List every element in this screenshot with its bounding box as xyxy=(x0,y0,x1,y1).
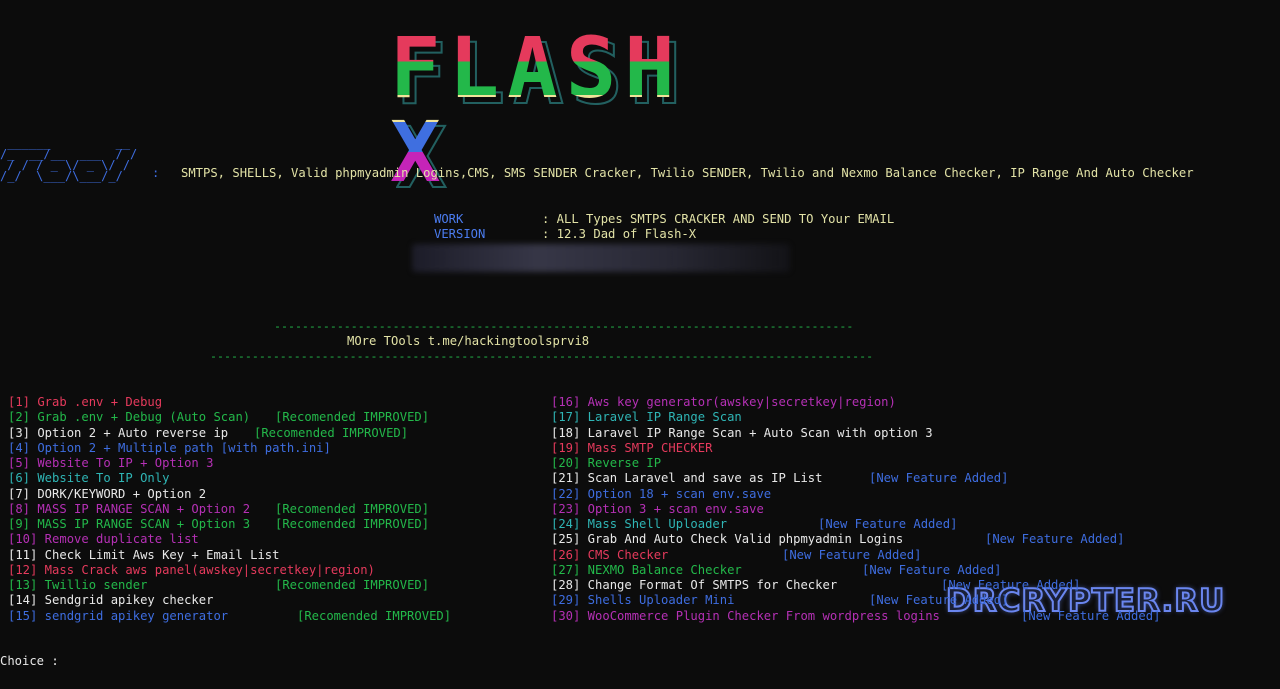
new-feature-tag: [New Feature Added] xyxy=(1021,608,1161,623)
new-feature-tag: [New Feature Added] xyxy=(985,532,1125,547)
recommended-tag: [Recomended IMPROVED] xyxy=(275,501,430,516)
version-label: VERSION xyxy=(434,227,486,241)
menu-option[interactable]: [8] MASS IP RANGE SCAN + Option 2 xyxy=(8,502,250,517)
menu-option[interactable]: [21] Scan Laravel and save as IP List xyxy=(551,471,823,486)
new-feature-tag: [New Feature Added] xyxy=(869,471,1009,486)
separator-top: ----------------------------------------… xyxy=(274,319,854,333)
new-feature-tag: [New Feature Added] xyxy=(818,517,958,531)
menu-option[interactable]: [30] WooCommerce Plugin Checker From wor… xyxy=(551,609,940,624)
menu-option[interactable]: [10] Remove duplicate list xyxy=(8,532,199,547)
tagline: SMTPS, SHELLS, Valid phpmyadmin Logins,C… xyxy=(181,166,1194,180)
menu-option[interactable]: [25] Grab And Auto Check Valid phpmyadmi… xyxy=(551,532,903,547)
menu-option[interactable]: [9] MASS IP RANGE SCAN + Option 3 xyxy=(8,517,250,532)
menu-option[interactable]: [20] Reverse IP xyxy=(551,456,661,471)
version-value: : 12.3 Dad of Flash-X xyxy=(542,227,697,241)
menu-option[interactable]: [13] Twillio sender xyxy=(8,578,147,593)
menu-option[interactable]: [27] NEXMO Balance Checker xyxy=(551,563,742,578)
new-feature-tag: [New Feature Added] xyxy=(941,578,1081,592)
menu-option[interactable]: [19] Mass SMTP CHECKER xyxy=(551,441,712,456)
ascii-tool-logo: ______ __ /_ __/__ ___ / / / / / _ \/ _ … xyxy=(0,136,138,183)
tagline-colon: : xyxy=(152,166,160,180)
menu-option[interactable]: [1] Grab .env + Debug xyxy=(8,395,162,410)
menu-option[interactable]: [5] Website To IP + Option 3 xyxy=(8,456,213,471)
menu-option[interactable]: [3] Option 2 + Auto reverse ip xyxy=(8,426,228,441)
menu-option[interactable]: [29] Shells Uploader Mini xyxy=(551,593,734,608)
menu-option[interactable]: [24] Mass Shell Uploader xyxy=(551,517,727,532)
menu-option[interactable]: [4] Option 2 + Multiple path [with path.… xyxy=(8,441,331,456)
separator-bottom: ----------------------------------------… xyxy=(210,349,874,363)
menu-option[interactable]: [11] Check Limit Aws Key + Email List xyxy=(8,548,280,563)
recommended-tag: [Recomended IMPROVED] xyxy=(254,425,409,440)
blurred-line xyxy=(412,244,790,272)
menu-option[interactable]: [6] Website To IP Only xyxy=(8,471,169,486)
menu-option[interactable]: [17] Laravel IP Range Scan xyxy=(551,410,742,425)
new-feature-tag: [New Feature Added] xyxy=(869,593,1009,608)
more-tools-link[interactable]: MOre TOols t.me/hackingtoolsprvi8 xyxy=(347,334,589,349)
menu-option[interactable]: [12] Mass Crack aws panel(awskey|secretk… xyxy=(8,563,375,578)
recommended-tag: [Recomended IMPROVED] xyxy=(297,608,452,623)
new-feature-tag: [New Feature Added] xyxy=(862,562,1002,577)
choice-prompt[interactable]: Choice : xyxy=(0,654,59,669)
menu-option[interactable]: [23] Option 3 + scan env.save xyxy=(551,502,764,517)
menu-option[interactable]: [26] CMS Checker xyxy=(551,548,668,563)
recommended-tag: [Recomended IMPROVED] xyxy=(275,517,430,531)
work-value: : ALL Types SMTPS CRACKER AND SEND TO Yo… xyxy=(542,212,895,226)
menu-option[interactable]: [28] Change Format Of SMTPS for Checker xyxy=(551,578,837,593)
menu-option[interactable]: [22] Option 18 + scan env.save xyxy=(551,487,771,502)
menu-option[interactable]: [15] sendgrid apikey generator xyxy=(8,609,228,624)
menu-option[interactable]: [7] DORK/KEYWORD + Option 2 xyxy=(8,487,206,502)
recommended-tag: [Recomended IMPROVED] xyxy=(275,578,430,592)
new-feature-tag: [New Feature Added] xyxy=(782,547,922,562)
menu-option[interactable]: [16] Aws key generator(awskey|secretkey|… xyxy=(551,395,896,410)
work-label: WORK xyxy=(434,212,464,226)
flash-x-logo: FLASH X FLASH X xyxy=(390,26,756,201)
menu-option[interactable]: [14] Sendgrid apikey checker xyxy=(8,593,213,608)
recommended-tag: [Recomended IMPROVED] xyxy=(275,410,430,425)
menu-option[interactable]: [2] Grab .env + Debug (Auto Scan) xyxy=(8,410,250,425)
menu-option[interactable]: [18] Laravel IP Range Scan + Auto Scan w… xyxy=(551,426,933,441)
